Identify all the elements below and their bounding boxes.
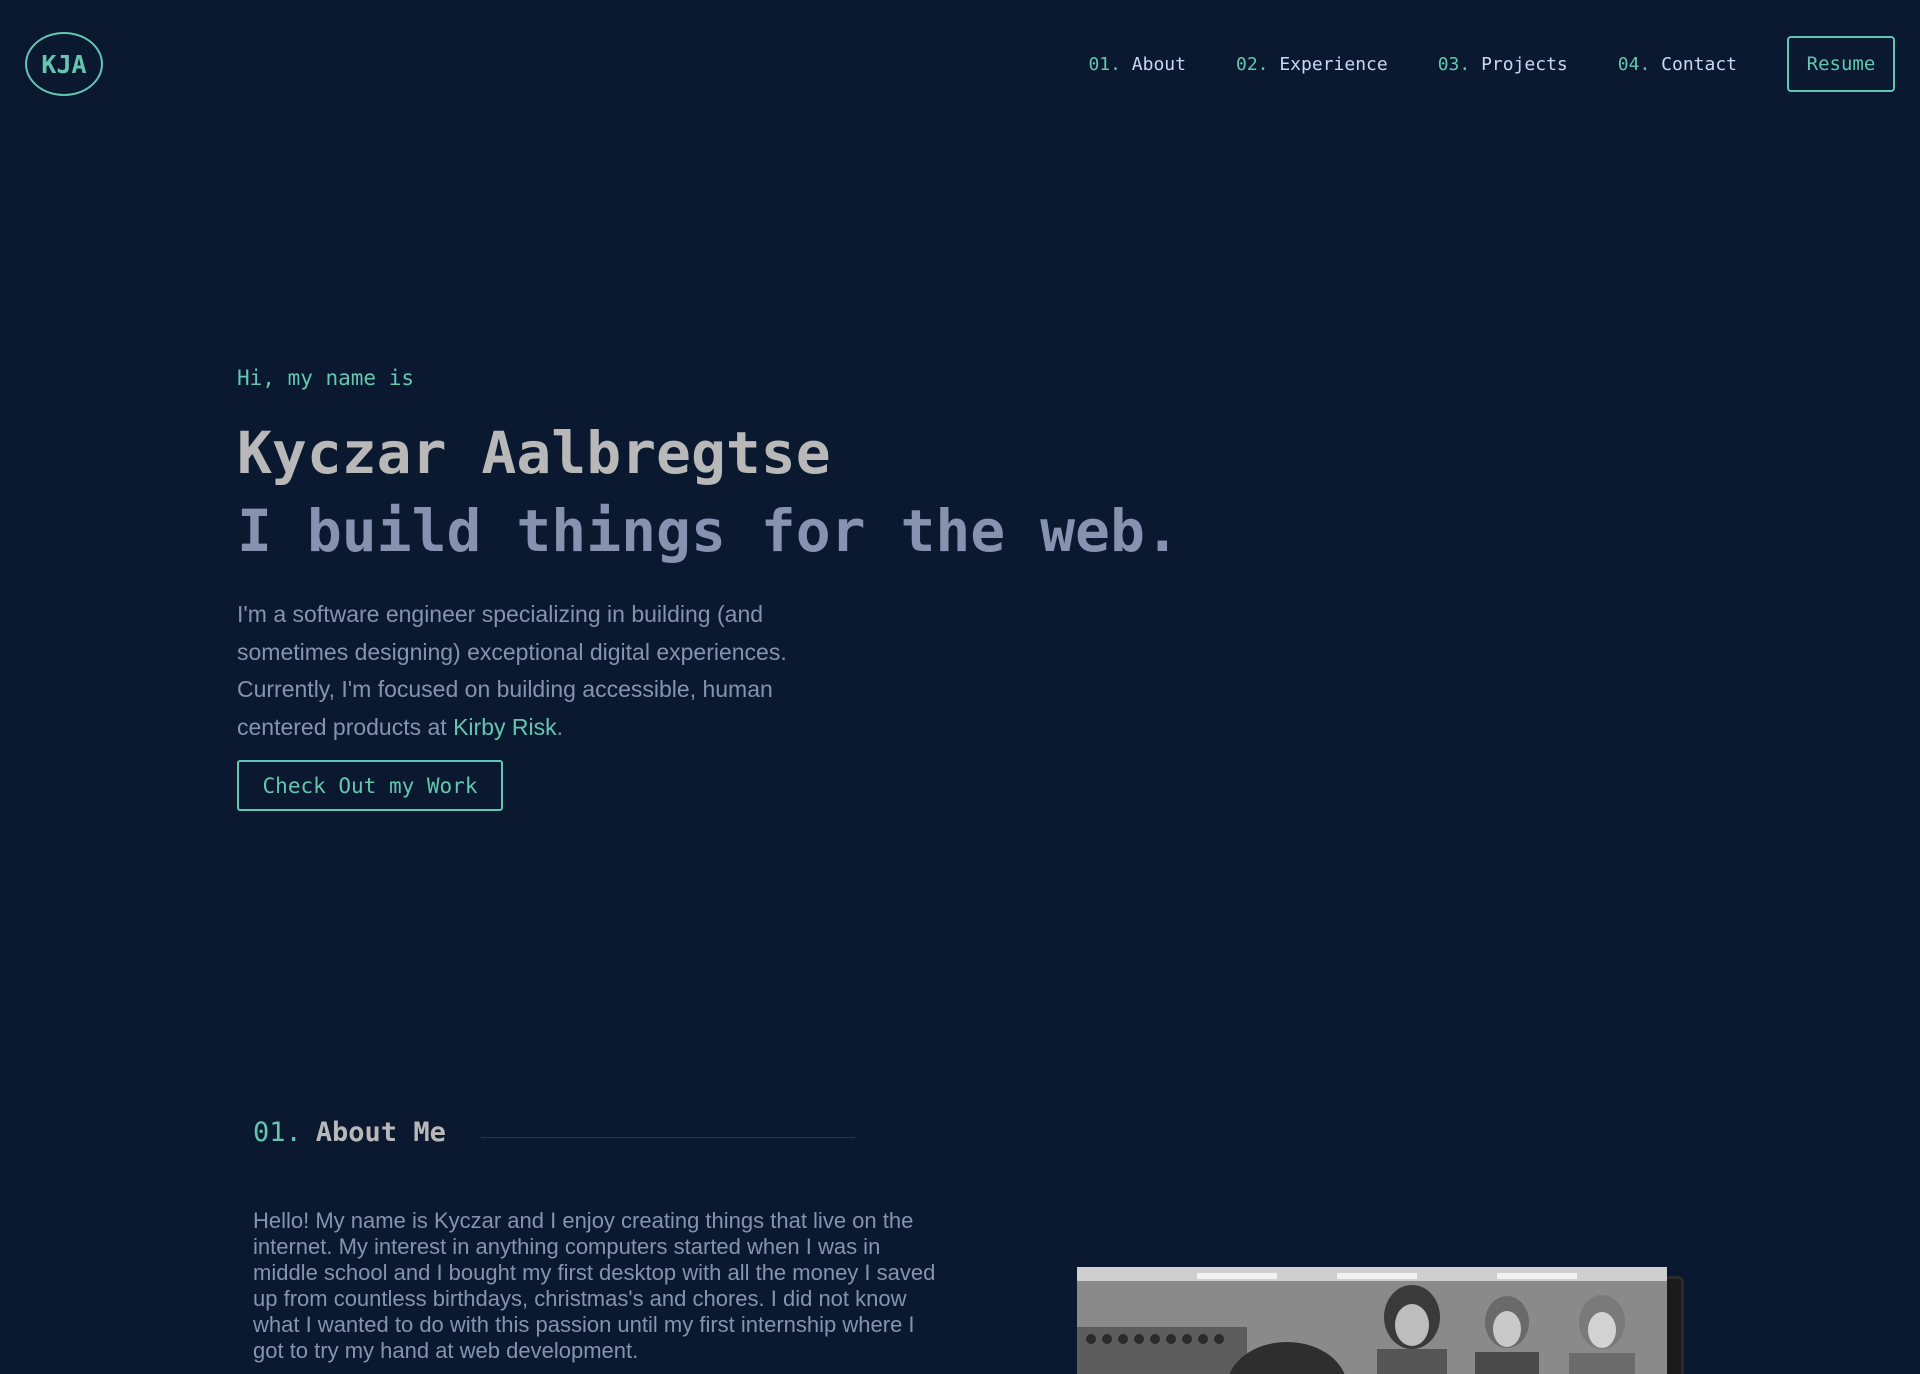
hero-tagline: I build things for the web.: [237, 497, 1180, 565]
nav-item-label: About: [1131, 53, 1186, 75]
about-heading: 01. About Me: [253, 1117, 446, 1148]
hero-section: Hi, my name is Kyczar Aalbregtse I build…: [237, 366, 1237, 811]
section-divider: [481, 1137, 855, 1138]
nav-item-contact[interactable]: 04. Contact: [1618, 54, 1737, 75]
nav-item-experience[interactable]: 02. Experience: [1236, 54, 1388, 75]
nav-item-label: Projects: [1481, 53, 1568, 75]
nav-item-number: 03.: [1437, 53, 1471, 75]
hero-description: I'm a software engineer specializing in …: [237, 596, 857, 746]
company-link[interactable]: Kirby Risk: [453, 714, 557, 740]
main-nav: 01. About 02. Experience 03. Projects 04…: [1088, 36, 1895, 92]
profile-photo: [1077, 1267, 1667, 1374]
nav-item-about[interactable]: 01. About: [1088, 54, 1186, 75]
about-paragraph: Hello! My name is Kyczar and I enjoy cre…: [253, 1208, 936, 1363]
check-out-work-button[interactable]: Check Out my Work: [237, 760, 503, 811]
nav-item-number: 02.: [1235, 53, 1269, 75]
nav-item-number: 04.: [1617, 53, 1651, 75]
site-logo[interactable]: KJA: [25, 32, 103, 96]
hero-name: Kyczar Aalbregtse: [237, 419, 831, 487]
section-title: About Me: [315, 1117, 446, 1148]
section-number: 01.: [253, 1117, 302, 1148]
nav-item-label: Contact: [1661, 53, 1737, 75]
logo-text: KJA: [41, 49, 87, 79]
resume-button[interactable]: Resume: [1787, 36, 1895, 92]
hero-intro: Hi, my name is: [237, 366, 415, 390]
nav-item-projects[interactable]: 03. Projects: [1438, 54, 1568, 75]
nav-item-label: Experience: [1279, 53, 1388, 75]
nav-item-number: 01.: [1088, 53, 1121, 75]
hero-description-end: .: [556, 713, 563, 740]
